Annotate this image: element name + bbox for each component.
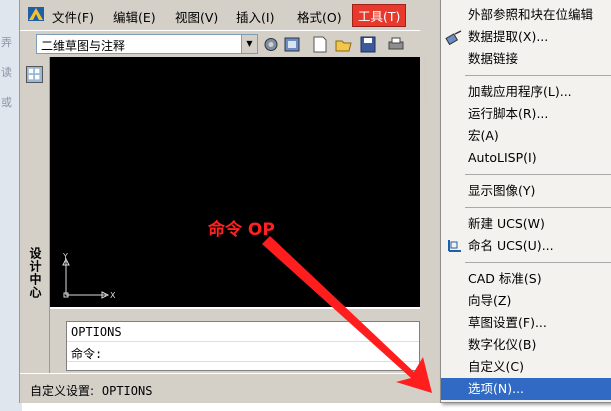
- menu-item-label: 命名 UCS(U)...: [468, 238, 554, 253]
- svg-text:Y: Y: [62, 252, 68, 261]
- command-line-panel: OPTIONS 命令:: [50, 307, 420, 373]
- menu-item-label: 数字化仪(B): [468, 337, 537, 352]
- palette-title: 设计中心: [28, 247, 42, 299]
- menu-item-load-application[interactable]: 加载应用程序(L)...: [441, 81, 611, 103]
- save-icon[interactable]: [358, 35, 378, 54]
- menu-separator: [465, 262, 611, 263]
- status-bar: 自定义设置: OPTIONS: [20, 373, 420, 403]
- bg-fragment: 读: [1, 66, 12, 79]
- drawing-canvas[interactable]: Y X: [50, 57, 426, 307]
- menu-item-new-ucs[interactable]: 新建 UCS(W): [441, 213, 611, 235]
- menu-item-xref-edit[interactable]: 外部参照和块在位编辑: [441, 4, 611, 26]
- menu-item-label: 数据链接: [468, 51, 519, 66]
- menu-item-label: 新建 UCS(W): [468, 216, 545, 231]
- annotation-label: 命令 OP: [208, 220, 275, 240]
- menu-item-label: 自定义(C): [468, 359, 524, 374]
- tools-dropdown-menu: 外部参照和块在位编辑 数据提取(X)... 数据链接 加载应用程序(L)... …: [440, 0, 611, 403]
- svg-text:X: X: [110, 291, 116, 300]
- status-value: OPTIONS: [101, 384, 153, 398]
- design-center-palette[interactable]: 设计中心: [20, 57, 50, 373]
- command-prompt[interactable]: 命令:: [67, 342, 419, 362]
- menu-item-cad-standards[interactable]: CAD 标准(S): [441, 268, 611, 290]
- menu-insert[interactable]: 插入(I): [236, 7, 274, 26]
- menu-item-label: 草图设置(F)...: [468, 315, 547, 330]
- command-history: OPTIONS: [67, 322, 419, 342]
- menu-tools[interactable]: 工具(T): [352, 4, 407, 27]
- menu-item-named-ucs[interactable]: 命名 UCS(U)...: [441, 235, 611, 257]
- app-logo-icon: [28, 7, 44, 21]
- palette-grid-icon[interactable]: [26, 66, 43, 83]
- menu-separator: [465, 75, 611, 76]
- menu-separator: [465, 207, 611, 208]
- menu-item-label: CAD 标准(S): [468, 271, 542, 286]
- menu-edit[interactable]: 编辑(E): [113, 7, 156, 26]
- command-line[interactable]: OPTIONS 命令:: [66, 321, 420, 371]
- ucs-axis-icon: Y X: [62, 252, 116, 300]
- named-ucs-icon: [448, 240, 461, 252]
- menu-item-label: 外部参照和块在位编辑: [468, 7, 594, 22]
- crosshair-cursor: [425, 57, 426, 102]
- menu-item-data-link[interactable]: 数据链接: [441, 48, 611, 70]
- menu-item-label: 选项(N)...: [468, 381, 525, 396]
- menu-item-customize[interactable]: 自定义(C): [441, 356, 611, 378]
- menu-item-autolisp[interactable]: AutoLISP(I): [441, 147, 611, 169]
- menu-file[interactable]: 文件(F): [52, 7, 94, 26]
- workspace-select-value: 二维草图与注释: [41, 39, 126, 53]
- cad-application-window: 文件(F) 编辑(E) 视图(V) 插入(I) 格式(O) 工具(T) 二维草图…: [19, 0, 611, 403]
- workspace-settings-icon[interactable]: [261, 35, 281, 54]
- new-file-icon[interactable]: [310, 35, 330, 54]
- menu-item-options[interactable]: 选项(N)...: [441, 378, 611, 400]
- menu-separator: [465, 174, 611, 175]
- workspace-tools-icon[interactable]: [282, 35, 302, 54]
- menu-item-data-extraction[interactable]: 数据提取(X)...: [441, 26, 611, 48]
- status-label: 自定义设置:: [30, 384, 95, 398]
- print-icon[interactable]: [386, 35, 406, 54]
- menu-item-display-image[interactable]: 显示图像(Y): [441, 180, 611, 202]
- menu-item-run-script[interactable]: 运行脚本(R)...: [441, 103, 611, 125]
- menu-view[interactable]: 视图(V): [175, 7, 218, 26]
- menu-item-wizards[interactable]: 向导(Z): [441, 290, 611, 312]
- menu-item-label: 向导(Z): [468, 293, 512, 308]
- workspace-select[interactable]: 二维草图与注释 ▼: [36, 34, 258, 54]
- open-folder-icon[interactable]: [334, 35, 354, 54]
- bg-fragment: 弄: [1, 36, 12, 49]
- menu-item-label: 运行脚本(R)...: [468, 106, 549, 121]
- data-extract-icon: [445, 30, 462, 45]
- toolbar: 二维草图与注释 ▼: [20, 30, 420, 57]
- menu-item-drafting-settings[interactable]: 草图设置(F)...: [441, 312, 611, 334]
- menu-item-label: AutoLISP(I): [468, 150, 537, 165]
- menu-item-label: 数据提取(X)...: [468, 29, 549, 44]
- menu-format[interactable]: 格式(O): [297, 7, 342, 26]
- bg-fragment: 或: [1, 96, 12, 109]
- menu-item-label: 加载应用程序(L)...: [468, 84, 572, 99]
- chevron-down-icon[interactable]: ▼: [241, 35, 257, 53]
- menu-item-label: 显示图像(Y): [468, 183, 536, 198]
- menu-item-label: 宏(A): [468, 128, 499, 143]
- menu-item-macro[interactable]: 宏(A): [441, 125, 611, 147]
- menu-item-tablet[interactable]: 数字化仪(B): [441, 334, 611, 356]
